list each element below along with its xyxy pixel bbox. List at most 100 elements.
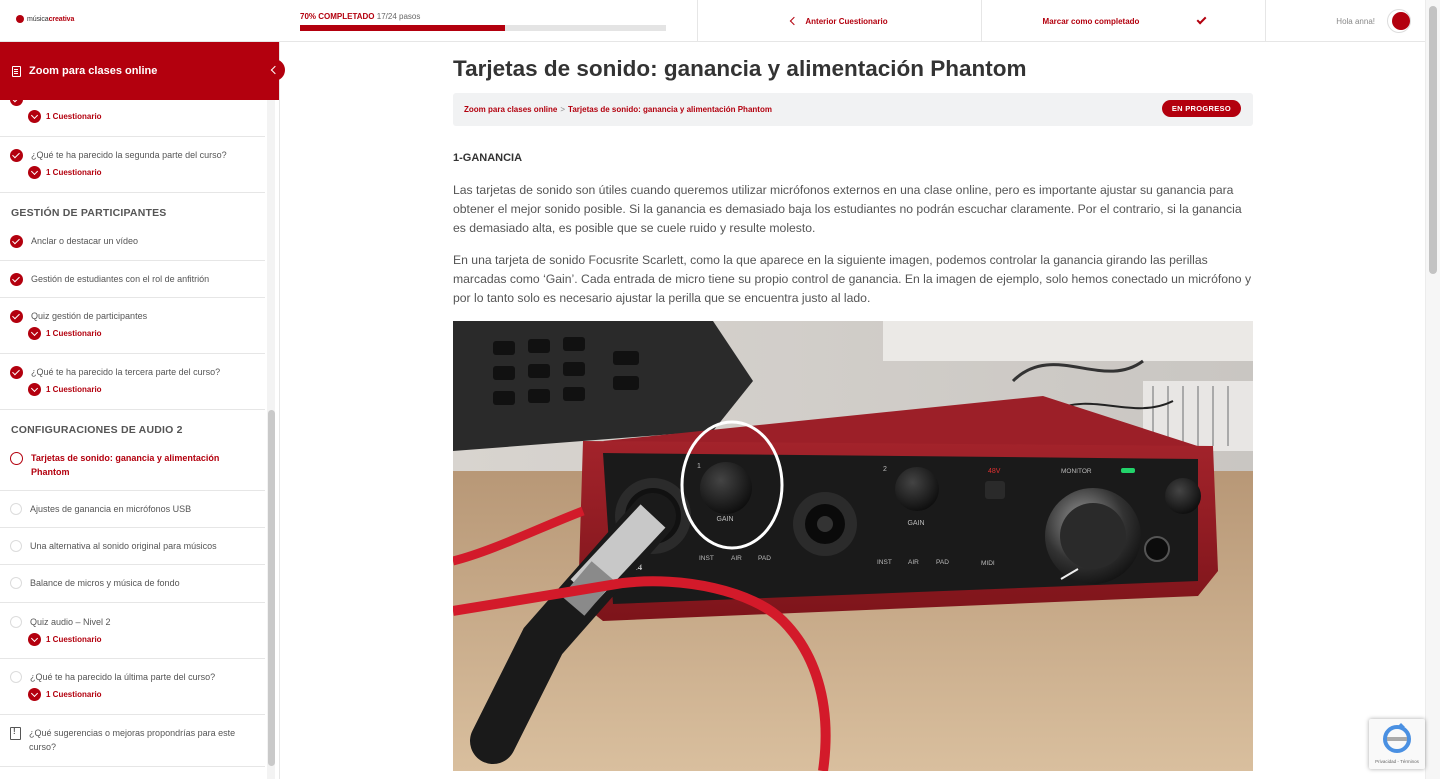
logo-mark-icon xyxy=(16,15,24,23)
list-item[interactable]: Quiz audio – Nivel 2 1 Cuestionario xyxy=(0,603,265,659)
quiz-toggle[interactable]: 1 Cuestionario xyxy=(28,633,102,646)
recaptcha-badge[interactable]: Privacidad - Términos xyxy=(1369,719,1425,769)
quiz-toggle[interactable]: 1 Cuestionario xyxy=(28,688,102,701)
chevron-down-icon xyxy=(28,688,41,701)
lesson-title: ¿Qué sugerencias o mejoras propondrías p… xyxy=(29,728,236,752)
quiz-toggle[interactable]: 1 Cuestionario xyxy=(28,327,102,340)
lesson-title: Quiz audio – Nivel 2 xyxy=(30,617,111,627)
pad-label-2: PAD xyxy=(936,559,949,566)
breadcrumb: Zoom para clases online > Tarjetas de soni… xyxy=(464,105,772,114)
list-item[interactable]: Balance de micros y música de fondo xyxy=(0,565,265,603)
progress-steps: 17/24 pasos xyxy=(376,12,421,21)
lesson-title: ¿Qué te ha parecido la tercera parte del… xyxy=(31,367,221,377)
progress-bar xyxy=(300,25,666,31)
chevron-left-icon xyxy=(790,16,799,26)
paragraph: Las tarjetas de sonido son útiles cuando… xyxy=(453,183,1242,235)
breadcrumb-bar: Zoom para clases online > Tarjetas de soni… xyxy=(453,93,1253,126)
sidebar-scrollbar-thumb[interactable] xyxy=(268,410,275,766)
completed-check-icon xyxy=(10,149,23,162)
user-menu[interactable]: Hola anna! xyxy=(1265,0,1425,42)
list-item[interactable]: ¿Qué sugerencias o mejoras propondrías p… xyxy=(0,715,265,767)
completed-check-icon xyxy=(10,310,23,323)
survey-icon xyxy=(10,727,21,740)
page-scrollbar-thumb[interactable] xyxy=(1429,6,1437,274)
list-item[interactable]: Ajustes de ganancia en micrófonos USB xyxy=(0,491,265,528)
list-item[interactable]: Quiz gestión de participantes 1 Cuestion… xyxy=(0,298,265,354)
lesson-title: ¿Qué te ha parecido la segunda parte del… xyxy=(31,150,227,160)
list-item[interactable]: Anclar o destacar un vídeo xyxy=(0,223,265,261)
top-bar: músicacreativa 70% COMPLETADO 17/24 paso… xyxy=(0,0,1425,42)
completed-check-icon xyxy=(10,366,23,379)
quiz-toggle[interactable]: 1 Cuestionario xyxy=(28,383,102,396)
chevron-down-icon xyxy=(28,166,41,179)
input-number-2: 2 xyxy=(883,466,887,473)
midi-label: MIDI xyxy=(981,560,995,567)
list-item[interactable]: ¿Qué te ha parecido la última parte del … xyxy=(0,659,265,715)
avatar[interactable] xyxy=(1387,9,1411,33)
not-started-circle-icon xyxy=(10,540,22,552)
input-number-1: 1 xyxy=(697,463,701,470)
list-item[interactable]: ¿Qué te ha parecido la segunda parte del… xyxy=(0,137,265,193)
recaptcha-footer[interactable]: Privacidad - Términos xyxy=(1369,759,1425,764)
progress-bar-fill xyxy=(300,25,505,31)
previous-quiz-button[interactable]: Anterior Cuestionario xyxy=(697,0,981,42)
chevron-down-icon xyxy=(28,327,41,340)
inst-label-1: INST xyxy=(699,555,714,562)
chevron-down-icon xyxy=(28,383,41,396)
previous-quiz-label: Anterior Cuestionario xyxy=(805,16,888,26)
lesson-title: ¿Qué te ha parecido la última parte del … xyxy=(30,672,216,682)
mark-complete-label: Marcar como completado xyxy=(1042,16,1140,26)
air-label-1: AIR xyxy=(731,555,742,562)
page-title: Tarjetas de sonido: ganancia y alimentac… xyxy=(453,56,1027,81)
document-icon xyxy=(12,65,21,77)
section-heading: 1-GANANCIA xyxy=(453,152,523,164)
course-progress: 70% COMPLETADO 17/24 pasos xyxy=(300,12,666,31)
status-badge: EN PROGRESO xyxy=(1161,100,1241,117)
lesson-title-current: Tarjetas de sonido: ganancia y alimentac… xyxy=(31,453,220,477)
lesson-title: Quiz gestión de participantes xyxy=(31,311,148,321)
chevron-down-icon xyxy=(28,110,41,123)
lesson-title: Balance de micros y música de fondo xyxy=(30,578,180,588)
phantom-48v-label: 48V xyxy=(988,468,1001,475)
breadcrumb-lesson[interactable]: Tarjetas de sonido: ganancia y alimentac… xyxy=(568,105,772,114)
lesson-title: Una alternativa al sonido original para … xyxy=(30,541,217,551)
course-title: Zoom para clases online xyxy=(29,65,158,77)
course-sidebar: Zoom para clases online 1 Cuestionario ¿… xyxy=(0,42,280,779)
audio-interface-photo: GAIN 1 GAIN 2 INST AIR PAD INST AIR PAD … xyxy=(453,321,1253,771)
not-started-circle-icon xyxy=(10,577,22,589)
not-started-circle-icon xyxy=(10,671,22,683)
lesson-title: Anclar o destacar un vídeo xyxy=(31,236,139,246)
paragraph: En una tarjeta de sonido Focusrite Scarl… xyxy=(453,253,1252,305)
completed-check-icon xyxy=(10,273,23,286)
in-progress-circle-icon xyxy=(10,452,23,465)
list-item[interactable]: Tarjetas de sonido: ganancia y alimentac… xyxy=(0,440,265,491)
page-scrollbar[interactable] xyxy=(1425,0,1440,779)
section-title: CONFIGURACIONES DE AUDIO 2 xyxy=(11,424,183,436)
chevron-left-icon xyxy=(270,65,280,75)
brand-logo[interactable]: músicacreativa xyxy=(16,15,74,23)
completed-check-icon xyxy=(10,235,23,248)
air-label-2: AIR xyxy=(908,559,919,566)
lesson-title: Gestión de estudiantes con el rol de anf… xyxy=(31,274,210,284)
quiz-toggle[interactable]: 1 Cuestionario xyxy=(28,110,102,123)
list-item[interactable]: ¿Qué te ha parecido la tercera parte del… xyxy=(0,354,265,410)
list-item[interactable]: Gestión de estudiantes con el rol de anf… xyxy=(0,261,265,298)
list-item[interactable]: Una alternativa al sonido original para … xyxy=(0,528,265,565)
collapse-sidebar-button[interactable] xyxy=(263,59,285,81)
monitor-label: MONITOR xyxy=(1061,468,1092,475)
course-header[interactable]: Zoom para clases online xyxy=(0,42,279,100)
checkmark-icon xyxy=(1197,14,1207,25)
gain-label-1: GAIN xyxy=(716,516,733,523)
not-started-circle-icon xyxy=(10,503,22,515)
progress-percent: 70% COMPLETADO xyxy=(300,12,375,21)
chevron-down-icon xyxy=(28,633,41,646)
quiz-toggle[interactable]: 1 Cuestionario xyxy=(28,166,102,179)
section-title: GESTIÓN DE PARTICIPANTES xyxy=(11,207,167,219)
mark-complete-button[interactable]: Marcar como completado xyxy=(981,0,1265,42)
gain-label-2: GAIN xyxy=(907,520,924,527)
user-greeting: Hola anna! xyxy=(1336,16,1375,26)
lesson-title: Ajustes de ganancia en micrófonos USB xyxy=(30,504,192,514)
pad-label-1: PAD xyxy=(758,555,771,562)
breadcrumb-course[interactable]: Zoom para clases online xyxy=(464,105,557,114)
inst-label-2: INST xyxy=(877,559,892,566)
